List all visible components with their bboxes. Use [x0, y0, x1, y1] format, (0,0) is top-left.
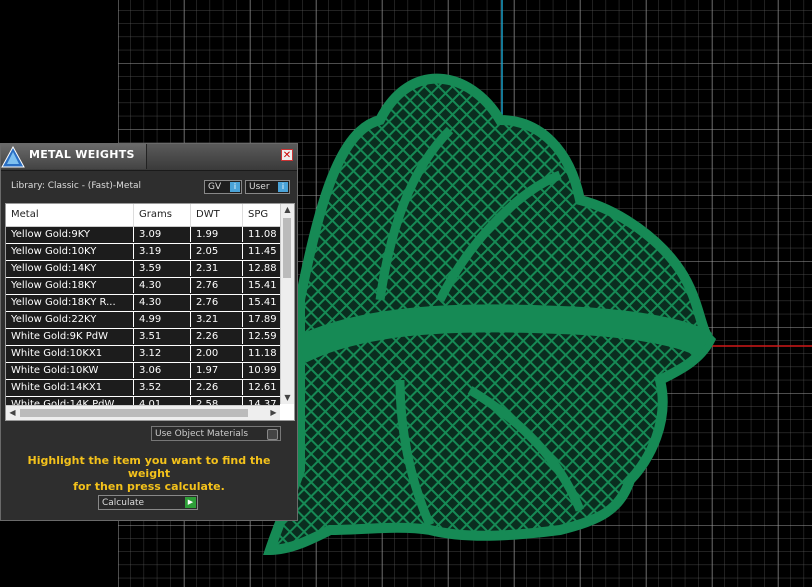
- cell-spg: 15.41: [248, 297, 277, 308]
- use-object-materials-label: Use Object Materials: [155, 429, 249, 439]
- cell-metal: White Gold:14KX1: [6, 380, 134, 395]
- instructions-line-2: for then press calculate.: [73, 480, 225, 493]
- play-icon: ▶: [185, 497, 196, 508]
- cell-dwt: 1.99: [191, 227, 243, 242]
- table-body: Yellow Gold:9KY 3.09 1.99 11.08 Yellow Gold:…: [6, 227, 280, 414]
- cell-dwt: 3.21: [191, 312, 243, 327]
- column-header-metal[interactable]: Metal: [6, 204, 134, 226]
- close-button[interactable]: ✕: [281, 149, 293, 161]
- cell-metal: Yellow Gold:9KY: [6, 227, 134, 242]
- table-row[interactable]: Yellow Gold:10KY 3.19 2.05 11.45: [6, 244, 280, 261]
- vertical-scroll-thumb[interactable]: [283, 218, 291, 278]
- scroll-down-icon[interactable]: ▼: [281, 392, 294, 404]
- horizontal-scrollbar[interactable]: ◀ ▶: [6, 405, 280, 420]
- cell-spg: 10.99: [248, 365, 277, 376]
- cell-grams: 3.52: [134, 380, 191, 395]
- cell-spg: 12.88: [248, 263, 277, 274]
- cell-spg: 17.89: [248, 314, 277, 325]
- cell-grams: 4.30: [134, 278, 191, 293]
- cell-grams: 4.99: [134, 312, 191, 327]
- gv-toggle-label: GV: [208, 182, 222, 192]
- use-object-materials-checkbox[interactable]: Use Object Materials: [151, 426, 281, 441]
- checkbox-icon: [267, 429, 278, 440]
- horizontal-scroll-thumb[interactable]: [20, 409, 248, 417]
- instructions-line-1: Highlight the item you want to find the …: [27, 454, 271, 480]
- cell-grams: 3.51: [134, 329, 191, 344]
- cell-dwt: 2.76: [191, 295, 243, 310]
- cell-dwt: 2.31: [191, 261, 243, 276]
- cell-dwt: 1.97: [191, 363, 243, 378]
- metal-weights-panel: METAL WEIGHTS ✕ Library: Classic - (Fast…: [0, 143, 298, 521]
- cell-grams: 3.59: [134, 261, 191, 276]
- cell-grams: 3.12: [134, 346, 191, 361]
- scroll-right-icon[interactable]: ▶: [267, 407, 280, 419]
- cell-metal: White Gold:10KX1: [6, 346, 134, 361]
- table-row[interactable]: Yellow Gold:14KY 3.59 2.31 12.88: [6, 261, 280, 278]
- cell-spg: 11.45: [248, 246, 277, 257]
- cell-metal: Yellow Gold:22KY: [6, 312, 134, 327]
- cell-metal: White Gold:10KW: [6, 363, 134, 378]
- vertical-scrollbar[interactable]: ▲ ▼: [280, 204, 294, 404]
- cell-grams: 3.06: [134, 363, 191, 378]
- title-tab: METAL WEIGHTS: [1, 144, 147, 169]
- table-row[interactable]: White Gold:9K PdW 3.51 2.26 12.59: [6, 329, 280, 346]
- cell-grams: 4.30: [134, 295, 191, 310]
- cell-spg: 12.59: [248, 331, 277, 342]
- cell-metal: White Gold:9K PdW: [6, 329, 134, 344]
- library-label: Library: Classic - (Fast)-Metal: [11, 181, 142, 191]
- cell-metal: Yellow Gold:18KY R...: [6, 295, 134, 310]
- cell-dwt: 2.00: [191, 346, 243, 361]
- cell-dwt: 2.26: [191, 380, 243, 395]
- cell-metal: Yellow Gold:10KY: [6, 244, 134, 259]
- table-row[interactable]: Yellow Gold:22KY 4.99 3.21 17.89: [6, 312, 280, 329]
- gv-toggle[interactable]: GV i: [204, 180, 242, 194]
- calculate-label: Calculate: [102, 498, 145, 508]
- column-header-grams[interactable]: Grams: [134, 204, 191, 226]
- panel-title: METAL WEIGHTS: [29, 148, 135, 161]
- table-row[interactable]: White Gold:14KX1 3.52 2.26 12.61: [6, 380, 280, 397]
- table-row[interactable]: Yellow Gold:9KY 3.09 1.99 11.08: [6, 227, 280, 244]
- table-row[interactable]: Yellow Gold:18KY 4.30 2.76 15.41: [6, 278, 280, 295]
- calculate-button[interactable]: Calculate ▶: [98, 495, 198, 510]
- table-row[interactable]: White Gold:10KW 3.06 1.97 10.99: [6, 363, 280, 380]
- cell-spg: 11.08: [248, 229, 277, 240]
- cell-grams: 3.19: [134, 244, 191, 259]
- user-toggle-label: User: [249, 182, 270, 192]
- cell-metal: Yellow Gold:14KY: [6, 261, 134, 276]
- info-icon: i: [278, 182, 288, 192]
- metal-table[interactable]: Metal Grams DWT SPG Yellow Gold:9KY 3.09 1…: [5, 203, 295, 421]
- column-header-dwt[interactable]: DWT: [191, 204, 243, 226]
- table-row[interactable]: Yellow Gold:18KY R... 4.30 2.76 15.41: [6, 295, 280, 312]
- cell-spg: 15.41: [248, 280, 277, 291]
- cell-spg: 12.61: [248, 382, 277, 393]
- table-row[interactable]: White Gold:10KX1 3.12 2.00 11.18: [6, 346, 280, 363]
- user-toggle[interactable]: User i: [245, 180, 290, 194]
- cell-dwt: 2.76: [191, 278, 243, 293]
- app-logo-icon: [1, 146, 25, 168]
- column-header-spg[interactable]: SPG: [243, 204, 280, 226]
- scroll-up-icon[interactable]: ▲: [281, 204, 294, 216]
- cell-metal: Yellow Gold:18KY: [6, 278, 134, 293]
- cell-dwt: 2.26: [191, 329, 243, 344]
- info-icon: i: [230, 182, 240, 192]
- scroll-left-icon[interactable]: ◀: [6, 407, 19, 419]
- instructions-text: Highlight the item you want to find the …: [9, 454, 289, 493]
- panel-titlebar[interactable]: METAL WEIGHTS ✕: [1, 144, 297, 171]
- cell-dwt: 2.05: [191, 244, 243, 259]
- table-header: Metal Grams DWT SPG: [6, 204, 280, 227]
- cell-grams: 3.09: [134, 227, 191, 242]
- cell-spg: 11.18: [248, 348, 277, 359]
